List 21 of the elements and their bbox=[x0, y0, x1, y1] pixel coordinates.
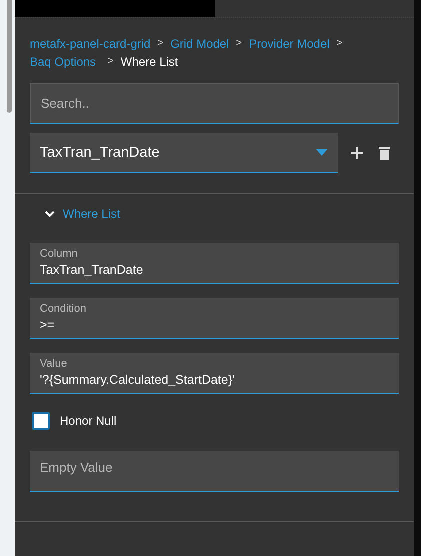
text-field[interactable]: Value '?{Summary.Calculated_StartDate}' bbox=[30, 353, 399, 394]
caret-icon bbox=[316, 149, 328, 156]
honor-null-checkbox[interactable]: Honor Null bbox=[32, 412, 399, 430]
text-field[interactable]: Column TaxTran_TranDate bbox=[30, 243, 399, 284]
breadcrumb-separator: > bbox=[107, 55, 114, 69]
breadcrumb-current: Where List bbox=[120, 54, 178, 71]
column-dropdown[interactable]: TaxTran_TranDate bbox=[30, 133, 338, 173]
breadcrumb-separator: > bbox=[236, 37, 242, 51]
breadcrumb-link[interactable]: Provider Model bbox=[249, 35, 330, 53]
search-field[interactable]: Search.. bbox=[30, 83, 399, 124]
breadcrumb-link[interactable]: metafx-panel-card-grid bbox=[30, 35, 151, 53]
chevron-down-icon bbox=[45, 210, 55, 218]
add-button[interactable] bbox=[348, 144, 366, 162]
breadcrumb-link[interactable]: Baq Options bbox=[30, 53, 96, 71]
scrollbar-thumb[interactable] bbox=[6, 0, 12, 113]
section-toggle[interactable]: Where List bbox=[45, 207, 414, 221]
text-field[interactable]: Condition >= bbox=[30, 298, 399, 339]
empty-value-field[interactable]: Empty Value bbox=[30, 451, 399, 492]
breadcrumb-link[interactable]: Grid Model bbox=[170, 35, 230, 53]
breadcrumb-separator: > bbox=[336, 37, 343, 51]
breadcrumb-separator: > bbox=[158, 37, 164, 51]
